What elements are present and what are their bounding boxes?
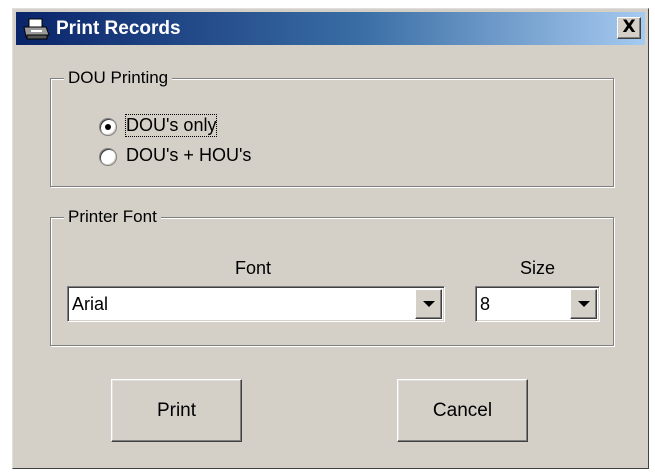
font-select[interactable]: Arial (67, 286, 445, 322)
radio-label-dous-hous[interactable]: DOU's + HOU's (126, 145, 251, 166)
title-bar[interactable]: Print Records X (16, 12, 645, 45)
printer-icon (23, 18, 50, 40)
radio-label-dous-only[interactable]: DOU's only (124, 114, 218, 137)
dou-printing-legend: DOU Printing (64, 68, 173, 88)
printer-font-legend: Printer Font (64, 207, 161, 227)
font-label: Font (235, 258, 272, 278)
font-select-value: Arial (72, 294, 109, 314)
chevron-down-icon (422, 301, 435, 307)
close-icon: X (622, 17, 636, 37)
radio-dot-icon (105, 124, 111, 130)
radio-button-selected[interactable] (99, 118, 117, 136)
cancel-button[interactable]: Cancel (397, 379, 528, 442)
size-dropdown-button[interactable] (570, 289, 597, 319)
print-records-dialog: Print Records X DOU Printing DOU's only … (12, 8, 649, 469)
size-select-value: 8 (480, 294, 491, 314)
font-dropdown-button[interactable] (415, 289, 442, 319)
chevron-down-icon (577, 301, 590, 307)
print-button[interactable]: Print (111, 379, 242, 442)
window-title: Print Records (56, 18, 181, 39)
printer-font-group: Printer Font Font Arial Size 8 (50, 207, 614, 346)
dou-printing-group: DOU Printing DOU's only DOU's + HOU's (50, 68, 614, 187)
size-select[interactable]: 8 (475, 286, 600, 322)
radio-button-unselected[interactable] (99, 148, 117, 166)
size-label: Size (520, 258, 556, 278)
close-button[interactable]: X (617, 17, 641, 39)
